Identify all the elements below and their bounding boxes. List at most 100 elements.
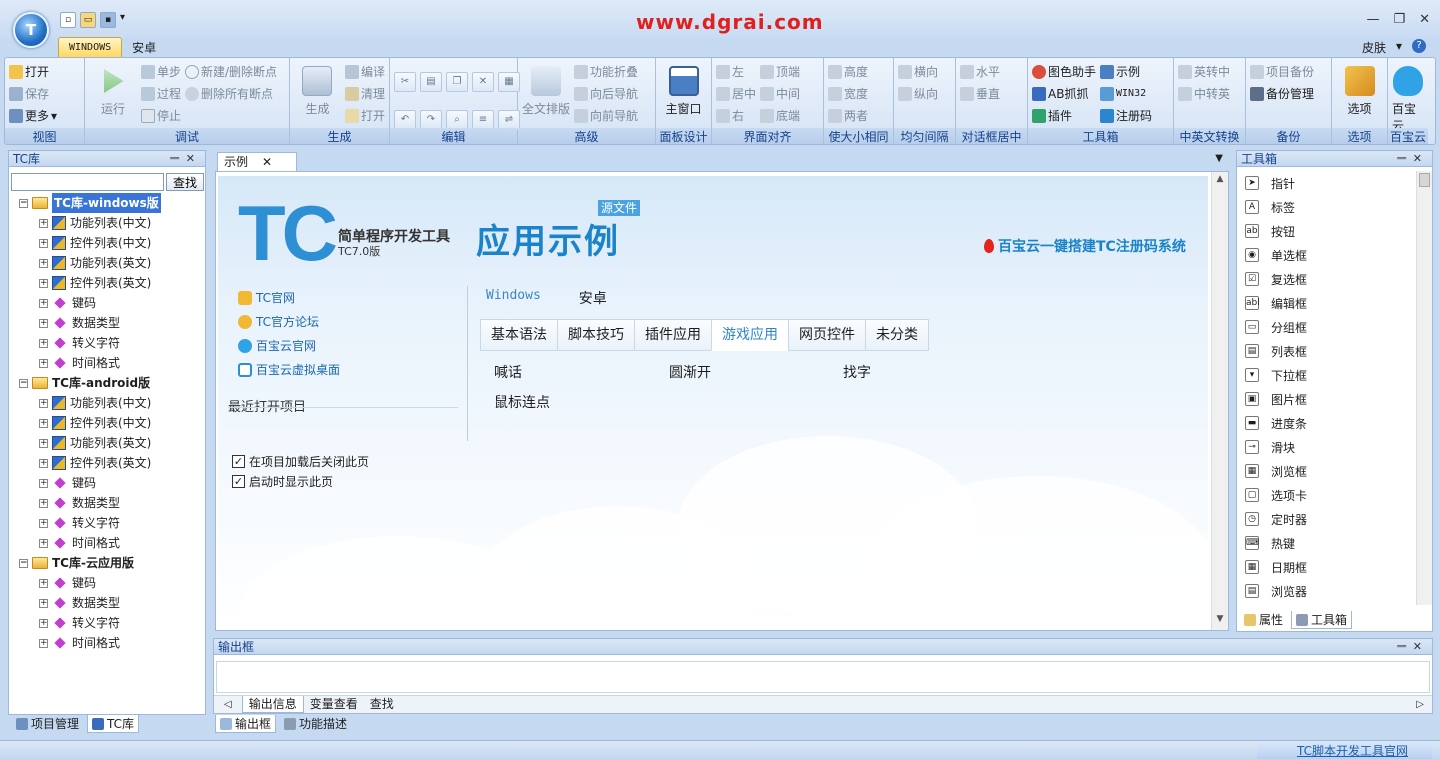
compile-button[interactable]: 编译 bbox=[344, 62, 385, 82]
align-center-button[interactable]: 居中 bbox=[716, 84, 756, 104]
comment-icon[interactable]: ⇌ bbox=[498, 110, 520, 130]
panel-controls[interactable]: ᆖ✕ bbox=[1397, 639, 1428, 655]
minimize-button[interactable]: — bbox=[1366, 12, 1379, 27]
cut-icon[interactable]: ✂ bbox=[394, 72, 416, 92]
close-after-load-checkbox[interactable]: ✓ 在项目加载后关闭此页 bbox=[232, 451, 369, 471]
scroll-left-icon[interactable]: ◁ bbox=[214, 699, 242, 710]
same-both-button[interactable]: 两者 bbox=[828, 106, 868, 126]
open-folder-icon[interactable]: ▭ bbox=[80, 12, 96, 28]
expand-icon[interactable]: + bbox=[39, 638, 48, 648]
toolbox-item[interactable]: ⊸ 滑块 bbox=[1239, 435, 1414, 459]
toolbox-item[interactable]: ☑ 复选框 bbox=[1239, 267, 1414, 291]
collapse-icon[interactable]: − bbox=[19, 378, 28, 388]
tab-tc-library[interactable]: TC库 bbox=[87, 715, 140, 733]
fold-button[interactable]: 功能折叠 bbox=[574, 62, 638, 82]
checkbox-checked-icon[interactable]: ✓ bbox=[232, 474, 245, 488]
toolbox-item[interactable]: ▤ 列表框 bbox=[1239, 339, 1414, 363]
ribbon-tab-android[interactable]: 安卓 bbox=[122, 37, 166, 57]
procedure-button[interactable]: 过程 bbox=[141, 84, 181, 104]
toolbox-item[interactable]: ▤ 浏览器 bbox=[1239, 579, 1414, 603]
expand-icon[interactable]: + bbox=[39, 518, 48, 528]
search-button[interactable]: 查找 bbox=[166, 173, 204, 191]
stop-button[interactable]: 停止 bbox=[141, 106, 181, 126]
panel-controls[interactable]: ᆖ✕ bbox=[170, 151, 201, 167]
expand-icon[interactable]: + bbox=[39, 578, 48, 588]
project-backup-button[interactable]: 项目备份 bbox=[1250, 62, 1314, 82]
plugin-button[interactable]: 插件 bbox=[1032, 106, 1096, 126]
center-horizontal-button[interactable]: 水平 bbox=[960, 62, 1000, 82]
link-tc-website[interactable]: TC官网 bbox=[238, 286, 340, 310]
open-button[interactable]: 打开 bbox=[9, 62, 57, 82]
ab-grab-button[interactable]: AB抓抓 bbox=[1032, 84, 1096, 104]
scroll-right-icon[interactable]: ▷ bbox=[1416, 699, 1432, 710]
expand-icon[interactable]: + bbox=[39, 398, 48, 408]
example-button[interactable]: 示例 bbox=[1100, 62, 1152, 82]
expand-icon[interactable]: + bbox=[39, 538, 48, 548]
expand-icon[interactable]: + bbox=[39, 278, 48, 288]
example-item[interactable]: 圆渐开 bbox=[669, 362, 843, 382]
save-button[interactable]: 保存 bbox=[9, 84, 57, 104]
expand-icon[interactable]: + bbox=[39, 618, 48, 628]
official-site-link[interactable]: TC脚本开发工具官网 bbox=[1256, 743, 1432, 759]
tab-web-controls[interactable]: 网页控件 bbox=[788, 319, 866, 351]
example-item[interactable]: 喊话 bbox=[494, 362, 669, 382]
tree-root-node[interactable]: − TC库-android版 bbox=[19, 373, 205, 393]
expand-icon[interactable]: + bbox=[39, 478, 48, 488]
nav-forward-button[interactable]: 向前导航 bbox=[574, 106, 638, 126]
tree-child-node[interactable]: + 时间格式 bbox=[19, 633, 205, 653]
tree-child-node[interactable]: + 控件列表(中文) bbox=[19, 233, 205, 253]
expand-icon[interactable]: + bbox=[39, 498, 48, 508]
tree-child-node[interactable]: + 功能列表(中文) bbox=[19, 393, 205, 413]
copy-icon[interactable]: ❐ bbox=[446, 72, 468, 92]
close-button[interactable]: ✕ bbox=[1419, 12, 1430, 27]
tab-output-box[interactable]: 输出框 bbox=[215, 715, 277, 733]
color-helper-button[interactable]: 图色助手 bbox=[1032, 62, 1096, 82]
expand-icon[interactable]: + bbox=[39, 438, 48, 448]
tree-child-node[interactable]: + 功能列表(中文) bbox=[19, 213, 205, 233]
delete-icon[interactable]: ✕ bbox=[472, 72, 494, 92]
platform-windows[interactable]: Windows bbox=[486, 288, 541, 308]
new-file-icon[interactable]: ▫ bbox=[60, 12, 76, 28]
toolbox-item[interactable]: ⌨ 热键 bbox=[1239, 531, 1414, 555]
same-width-button[interactable]: 宽度 bbox=[828, 84, 868, 104]
source-file-link[interactable]: 源文件 bbox=[598, 200, 641, 216]
scroll-thumb[interactable] bbox=[1419, 173, 1430, 187]
help-icon[interactable]: ? bbox=[1412, 39, 1426, 53]
tree-child-node[interactable]: + 功能列表(英文) bbox=[19, 253, 205, 273]
align-right-button[interactable]: 右 bbox=[716, 106, 756, 126]
tab-game-apps[interactable]: 游戏应用 bbox=[711, 319, 789, 351]
toolbox-item[interactable]: ▾ 下拉框 bbox=[1239, 363, 1414, 387]
expand-icon[interactable]: + bbox=[39, 298, 48, 308]
tree-child-node[interactable]: + 转义字符 bbox=[19, 513, 205, 533]
search-input[interactable] bbox=[11, 173, 164, 191]
more-button[interactable]: 更多 ▾ bbox=[9, 106, 57, 126]
redo-icon[interactable]: ↷ bbox=[420, 110, 442, 130]
indent-icon[interactable]: ≡ bbox=[472, 110, 494, 130]
nav-back-button[interactable]: 向后导航 bbox=[574, 84, 638, 104]
toolbox-item[interactable]: ▣ 图片框 bbox=[1239, 387, 1414, 411]
example-item[interactable]: 鼠标连点 bbox=[494, 392, 669, 412]
tab-plugin-apps[interactable]: 插件应用 bbox=[634, 319, 712, 351]
find-icon[interactable]: ⌕ bbox=[446, 110, 468, 130]
tab-uncategorized[interactable]: 未分类 bbox=[865, 319, 929, 351]
clean-button[interactable]: 清理 bbox=[344, 84, 385, 104]
example-item[interactable]: 找字 bbox=[843, 362, 943, 382]
tree-child-node[interactable]: + 数据类型 bbox=[19, 313, 205, 333]
tree-root-node[interactable]: − TC库-云应用版 bbox=[19, 553, 205, 573]
tree-child-node[interactable]: + 数据类型 bbox=[19, 493, 205, 513]
toolbox-item[interactable]: ▭ 分组框 bbox=[1239, 315, 1414, 339]
toolbox-item[interactable]: ▦ 浏览框 bbox=[1239, 459, 1414, 483]
tab-properties[interactable]: 属性 bbox=[1240, 611, 1287, 629]
expand-icon[interactable]: + bbox=[39, 598, 48, 608]
align-middle-button[interactable]: 中间 bbox=[760, 84, 800, 104]
expand-icon[interactable]: + bbox=[39, 258, 48, 268]
link-virtual-desktop[interactable]: 百宝云虚拟桌面 bbox=[238, 358, 340, 382]
tree-child-node[interactable]: + 键码 bbox=[19, 573, 205, 593]
tab-project-manage[interactable]: 项目管理 bbox=[12, 715, 83, 733]
toolbox-item[interactable]: ▬ 进度条 bbox=[1239, 411, 1414, 435]
build-open-button[interactable]: 打开 bbox=[344, 106, 385, 126]
tree-child-node[interactable]: + 时间格式 bbox=[19, 353, 205, 373]
toolbox-item[interactable]: ◉ 单选框 bbox=[1239, 243, 1414, 267]
scroll-down-icon[interactable]: ▼ bbox=[1212, 614, 1228, 624]
tab-function-desc[interactable]: 功能描述 bbox=[280, 715, 351, 733]
